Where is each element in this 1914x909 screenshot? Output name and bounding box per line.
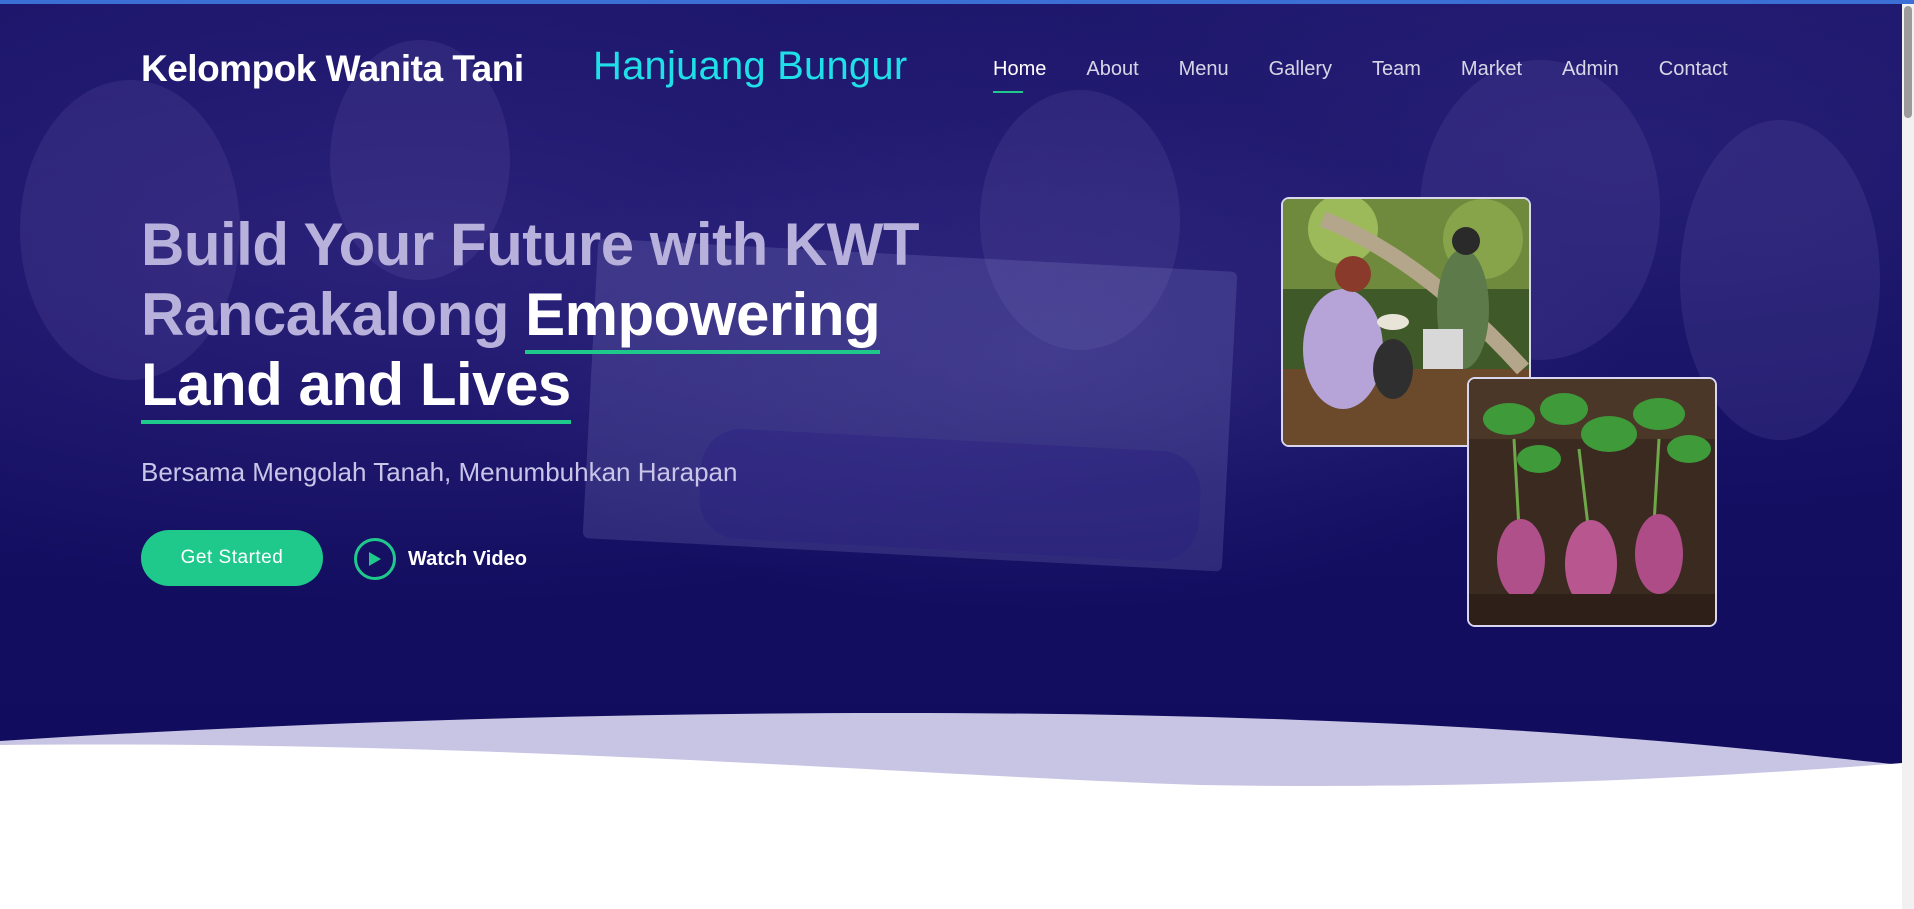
get-started-button[interactable]: Get Started: [141, 530, 323, 586]
play-icon[interactable]: [354, 538, 396, 580]
nav-item-about[interactable]: About: [1086, 58, 1138, 81]
photo-sweet-potatoes-image: [1469, 379, 1715, 625]
hero-wave-divider: [0, 712, 1902, 909]
photo-sweet-potatoes: [1467, 377, 1717, 627]
page: Kelompok Wanita Tani Hanjuang Bungur Hom…: [0, 0, 1914, 909]
nav-item-contact[interactable]: Contact: [1659, 58, 1728, 81]
browser-top-strip: [0, 0, 1914, 4]
nav-item-admin[interactable]: Admin: [1562, 58, 1619, 81]
scrollbar[interactable]: [1902, 0, 1914, 909]
watch-video-label: Watch Video: [408, 547, 527, 570]
nav-item-menu[interactable]: Menu: [1179, 58, 1229, 81]
play-icon-glyph: [369, 552, 381, 566]
headline-highlight-land: Land and Lives: [141, 351, 571, 424]
brand-title[interactable]: Kelompok Wanita Tani: [141, 48, 524, 90]
nav-item-gallery[interactable]: Gallery: [1269, 58, 1332, 81]
scrollbar-thumb[interactable]: [1904, 6, 1912, 118]
hero-section: Kelompok Wanita Tani Hanjuang Bungur Hom…: [0, 0, 1902, 800]
main-nav: Home About Menu Gallery Team Market Admi…: [993, 58, 1768, 93]
hero-tagline: Bersama Mengolah Tanah, Menumbuhkan Hara…: [141, 457, 738, 487]
nav-item-home[interactable]: Home: [993, 58, 1046, 93]
hero-headline: Build Your Future with KWT Rancakalong E…: [141, 210, 961, 424]
headline-highlight-empowering: Empowering: [525, 281, 881, 354]
nav-item-team[interactable]: Team: [1372, 58, 1421, 81]
watch-video-button[interactable]: Watch Video: [354, 538, 527, 580]
brand-subtitle[interactable]: Hanjuang Bungur: [593, 44, 907, 89]
nav-item-market[interactable]: Market: [1461, 58, 1522, 81]
